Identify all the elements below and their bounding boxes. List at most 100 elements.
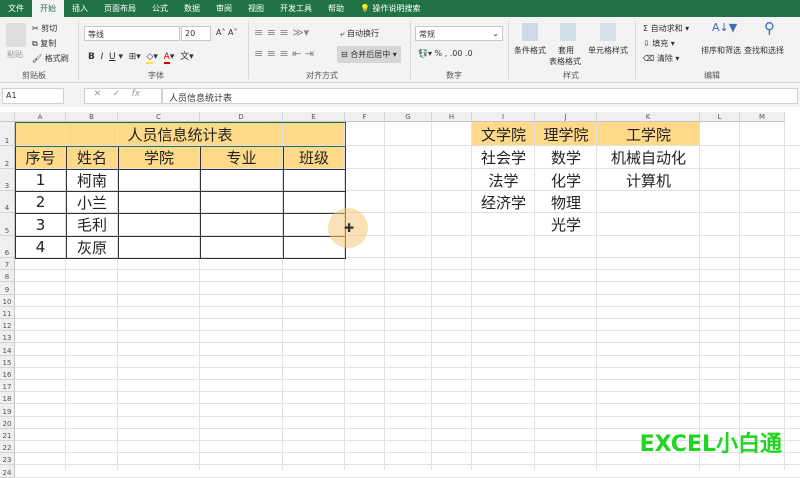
conditional-format-button[interactable]: 条件格式 xyxy=(514,45,546,56)
tab-7[interactable]: 视图 xyxy=(240,0,272,17)
column-header-M[interactable]: M xyxy=(740,112,785,122)
cell-K1[interactable]: 工学院 xyxy=(597,122,700,146)
column-header-J[interactable]: J xyxy=(535,112,597,122)
row-header-8[interactable]: 8 xyxy=(0,270,15,283)
row-header-4[interactable]: 4 xyxy=(0,191,15,213)
row-header-14[interactable]: 14 xyxy=(0,343,15,356)
cell-B3[interactable]: 柯南 xyxy=(66,169,118,191)
cell-B6[interactable]: 灰原 xyxy=(66,236,118,258)
autosum-button[interactable]: Σ 自动求和 ▾ xyxy=(643,23,689,34)
tab-5[interactable]: 数据 xyxy=(176,0,208,17)
tab-2[interactable]: 插入 xyxy=(64,0,96,17)
tab-1[interactable]: 开始 xyxy=(32,0,64,17)
fill-button[interactable]: ⇩ 填充 ▾ xyxy=(643,38,675,49)
align-h-icons[interactable]: ≡ ≡ ≡ ⇤ ⇥ xyxy=(254,47,314,60)
column-header-I[interactable]: I xyxy=(472,112,535,122)
row-header-18[interactable]: 18 xyxy=(0,392,15,405)
cell-J2[interactable]: 数学 xyxy=(535,146,597,169)
cell-C2[interactable]: 学院 xyxy=(118,146,200,169)
tab-4[interactable]: 公式 xyxy=(144,0,176,17)
formula-buttons[interactable]: ✕ ✓ fx xyxy=(84,88,162,104)
row-header-24[interactable]: 24 xyxy=(0,465,15,478)
copy-button[interactable]: ⧉ 复制 xyxy=(32,38,56,49)
row-header-20[interactable]: 20 xyxy=(0,416,15,429)
formula-input[interactable]: 人员信息统计表 xyxy=(162,88,798,104)
cell-B5[interactable]: 毛利 xyxy=(66,213,118,236)
cell-A4[interactable]: 2 xyxy=(15,191,66,213)
font-size-select[interactable]: 20 xyxy=(181,26,211,41)
cell-I2[interactable]: 社会学 xyxy=(472,146,535,169)
column-header-K[interactable]: K xyxy=(597,112,700,122)
column-header-A[interactable]: A xyxy=(15,112,66,122)
row-header-5[interactable]: 5 xyxy=(0,213,15,236)
cell-J3[interactable]: 化学 xyxy=(535,169,597,191)
wrap-text-button[interactable]: ⤶ 自动换行 xyxy=(340,28,379,39)
row-header-15[interactable]: 15 xyxy=(0,355,15,368)
tab-8[interactable]: 开发工具 xyxy=(272,0,320,17)
cell-I4[interactable]: 经济学 xyxy=(472,191,535,213)
align-icons[interactable]: ≡ ≡ ≡ ≫▾ xyxy=(254,26,309,39)
cell-style-button[interactable]: 单元格样式 xyxy=(588,45,628,56)
column-header-E[interactable]: E xyxy=(283,112,345,122)
cell-A6[interactable]: 4 xyxy=(15,236,66,258)
row-header-23[interactable]: 23 xyxy=(0,453,15,466)
cell-A2[interactable]: 序号 xyxy=(15,146,66,169)
paste-button[interactable]: 粘贴 xyxy=(7,49,23,60)
font-style-buttons[interactable]: B I U ▾ ⊞▾ ◇▾ A▾ 文▾ xyxy=(88,49,194,64)
clear-button[interactable]: ⌫ 清除 ▾ xyxy=(643,53,679,64)
row-header-7[interactable]: 7 xyxy=(0,258,15,271)
cell-B2[interactable]: 姓名 xyxy=(66,146,118,169)
row-header-10[interactable]: 10 xyxy=(0,294,15,307)
cell-A5[interactable]: 3 xyxy=(15,213,66,236)
column-header-G[interactable]: G xyxy=(385,112,432,122)
cut-button[interactable]: ✂ 剪切 xyxy=(32,23,57,34)
row-header-21[interactable]: 21 xyxy=(0,428,15,441)
cell-D2[interactable]: 专业 xyxy=(200,146,283,169)
spreadsheet-grid[interactable]: A B C D E F G H I J K L M 1 2 3 4 5 6 7 8 9 10 11 12 13 14 15 16 17 18… xyxy=(0,112,800,478)
column-header-F[interactable]: F xyxy=(345,112,385,122)
row-header-2[interactable]: 2 xyxy=(0,146,15,169)
cell-I3[interactable]: 法学 xyxy=(472,169,535,191)
row-header-11[interactable]: 11 xyxy=(0,306,15,319)
cell-B4[interactable]: 小兰 xyxy=(66,191,118,213)
tab-6[interactable]: 审阅 xyxy=(208,0,240,17)
row-header-1[interactable]: 1 xyxy=(0,122,15,146)
cell-K2[interactable]: 机械自动化 xyxy=(597,146,700,169)
column-header-D[interactable]: D xyxy=(200,112,283,122)
tab-9[interactable]: 帮助 xyxy=(320,0,352,17)
row-header-19[interactable]: 19 xyxy=(0,404,15,417)
column-header-C[interactable]: C xyxy=(118,112,200,122)
find-select-button[interactable]: 查找和选择 xyxy=(744,45,784,56)
cell-I1[interactable]: 文学院 xyxy=(472,122,535,146)
row-header-17[interactable]: 17 xyxy=(0,380,15,393)
table-format-button-1[interactable]: 套用 xyxy=(558,45,574,56)
cell-J1[interactable]: 理学院 xyxy=(535,122,597,146)
select-all[interactable] xyxy=(0,112,15,122)
cell-E2[interactable]: 班级 xyxy=(283,146,345,169)
row-header-3[interactable]: 3 xyxy=(0,169,15,191)
cell-J5[interactable]: 光学 xyxy=(535,213,597,236)
number-buttons[interactable]: 💱▾ % , .00 .0 xyxy=(418,49,473,58)
tell-me-search[interactable]: 💡 操作说明搜索 xyxy=(352,0,429,17)
sort-filter-button[interactable]: 排序和筛选 xyxy=(701,45,741,56)
column-header-B[interactable]: B xyxy=(66,112,118,122)
name-box[interactable]: A1 xyxy=(2,88,64,104)
font-grow-icon[interactable]: A˄ A˅ xyxy=(216,28,238,37)
table-format-button-2[interactable]: 表格格式 xyxy=(549,56,581,67)
tab-0[interactable]: 文件 xyxy=(0,0,32,17)
row-header-22[interactable]: 22 xyxy=(0,441,15,454)
row-header-13[interactable]: 13 xyxy=(0,331,15,344)
cell-J4[interactable]: 物理 xyxy=(535,191,597,213)
column-header-H[interactable]: H xyxy=(432,112,472,122)
paste-icon[interactable] xyxy=(6,23,26,47)
cell-A1-E1[interactable]: 人员信息统计表 xyxy=(15,122,345,146)
row-header-16[interactable]: 16 xyxy=(0,367,15,380)
row-header-6[interactable]: 6 xyxy=(0,236,15,258)
number-format-select[interactable]: 常规 ⌄ xyxy=(415,26,503,41)
format-painter-button[interactable]: 🖌 格式刷 xyxy=(32,53,69,64)
row-header-12[interactable]: 12 xyxy=(0,319,15,332)
cell-K3[interactable]: 计算机 xyxy=(597,169,700,191)
column-header-L[interactable]: L xyxy=(700,112,740,122)
merge-center-button[interactable]: ⊟ 合并后居中 ▾ xyxy=(337,46,401,63)
row-header-9[interactable]: 9 xyxy=(0,282,15,295)
